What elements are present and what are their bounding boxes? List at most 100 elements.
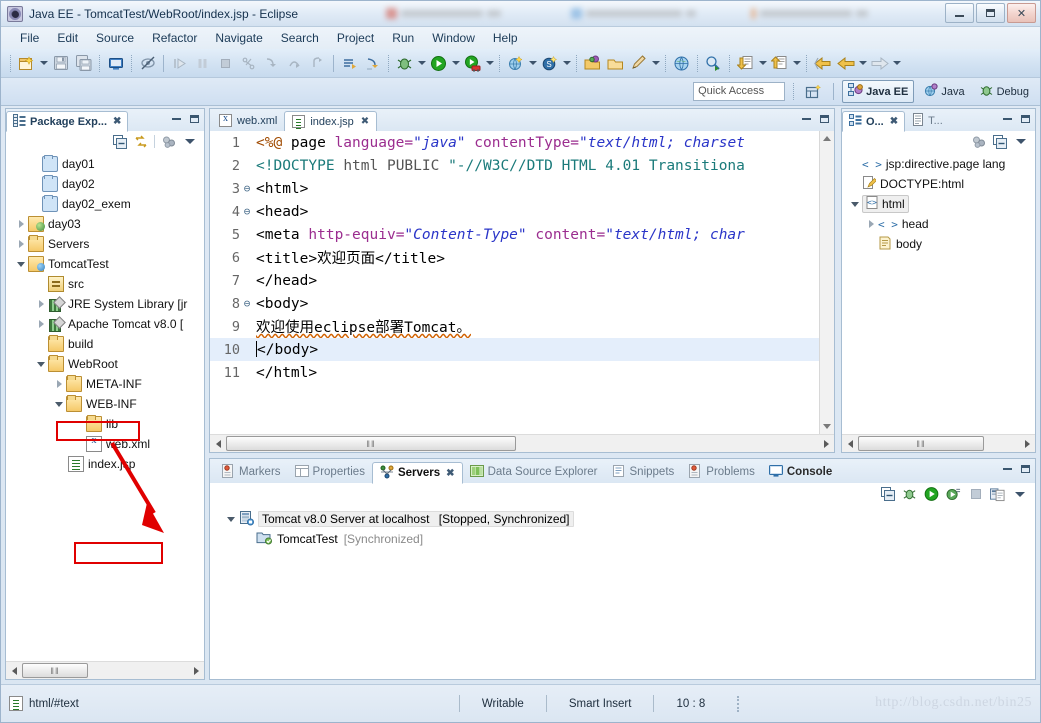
maximize-view-icon[interactable] xyxy=(1019,112,1032,125)
maximize-view-icon[interactable] xyxy=(188,112,201,125)
twisty[interactable] xyxy=(14,262,28,267)
minimize-view-icon[interactable] xyxy=(1001,462,1014,475)
collapse-all-icon[interactable] xyxy=(112,134,127,149)
new-dropdown-arrow[interactable] xyxy=(38,53,49,73)
menu-source[interactable]: Source xyxy=(87,29,143,47)
tree-item-jre-system-library[interactable]: JRE System Library [jr xyxy=(6,294,204,314)
editor-vscrollbar[interactable] xyxy=(819,131,834,434)
open-type-icon[interactable] xyxy=(582,53,603,74)
tree-item-meta-inf[interactable]: META-INF xyxy=(6,374,204,394)
tab-markers[interactable]: Markers xyxy=(214,461,288,483)
menu-search[interactable]: Search xyxy=(272,29,328,47)
hide-skipped-icon[interactable] xyxy=(137,53,158,74)
menu-refactor[interactable]: Refactor xyxy=(143,29,206,47)
publish-icon[interactable] xyxy=(990,487,1005,502)
save-all-icon[interactable] xyxy=(73,53,94,74)
close-icon[interactable]: ✖ xyxy=(890,116,898,127)
outline-item-jsp-directive[interactable]: < > jsp:directive.page lang xyxy=(842,154,1035,174)
link-with-editor-icon[interactable] xyxy=(133,134,148,149)
search-icon[interactable] xyxy=(703,53,724,74)
view-menu-icon[interactable] xyxy=(182,134,197,149)
tree-item-web-xml[interactable]: web.xml xyxy=(6,434,204,454)
prev-dropdown-arrow[interactable] xyxy=(757,53,768,73)
java-dropdown-arrow[interactable] xyxy=(527,53,538,73)
tab-package-explorer[interactable]: Package Exp... ✖ xyxy=(6,111,129,132)
new-javascript-icon[interactable]: S xyxy=(539,53,560,74)
previous-edit-icon[interactable] xyxy=(735,53,756,74)
scroll-up-arrow[interactable] xyxy=(820,131,834,146)
next-dropdown-arrow[interactable] xyxy=(791,53,802,73)
menu-help[interactable]: Help xyxy=(484,29,527,47)
twisty[interactable] xyxy=(14,220,28,228)
twisty[interactable] xyxy=(848,202,862,207)
tree-item-day03[interactable]: day03 xyxy=(6,214,204,234)
minimize-view-icon[interactable] xyxy=(800,112,813,125)
view-menu-icon[interactable] xyxy=(1013,134,1028,149)
package-explorer-hscrollbar[interactable]: ‖‖ xyxy=(6,661,204,679)
close-icon[interactable]: ✖ xyxy=(361,116,369,127)
tab-console[interactable]: Console xyxy=(762,461,839,483)
editor-tab-web-xml[interactable]: web.xml xyxy=(212,110,284,131)
view-menu-filter-icon[interactable] xyxy=(161,134,176,149)
profile-server-icon[interactable] xyxy=(946,487,961,502)
scroll-down-arrow[interactable] xyxy=(820,419,834,434)
twisty[interactable] xyxy=(14,240,28,248)
tab-servers[interactable]: Servers ✖ xyxy=(371,462,463,484)
forward-icon[interactable] xyxy=(869,53,890,74)
twisty[interactable] xyxy=(34,362,48,367)
menu-window[interactable]: Window xyxy=(423,29,484,47)
outline-item-body[interactable]: body xyxy=(842,234,1035,254)
outline-hscrollbar[interactable]: ‖‖ xyxy=(842,434,1035,452)
tree-item-servers[interactable]: Servers xyxy=(6,234,204,254)
outline-item-doctype[interactable]: DOCTYPE:html xyxy=(842,174,1035,194)
status-resize-grip[interactable] xyxy=(737,695,740,712)
edit-dropdown-arrow[interactable] xyxy=(650,53,661,73)
fold-marker[interactable]: ⊖ xyxy=(240,205,254,218)
tree-item-day02-exem[interactable]: day02_exem xyxy=(6,194,204,214)
code-editor[interactable]: 1 <%@ page language="java" contentType="… xyxy=(210,131,834,452)
run-server-icon[interactable] xyxy=(462,53,483,74)
tree-item-tomcattest[interactable]: TomcatTest xyxy=(6,254,204,274)
tab-properties[interactable]: Properties xyxy=(288,461,372,483)
next-edit-icon[interactable] xyxy=(769,53,790,74)
server-row[interactable]: Tomcat v8.0 Server at localhost [Stopped… xyxy=(210,509,1035,529)
minimize-button[interactable] xyxy=(945,3,974,23)
scroll-right-arrow[interactable] xyxy=(1019,436,1035,452)
edit-icon[interactable] xyxy=(628,53,649,74)
tree-item-lib[interactable]: lib xyxy=(6,414,204,434)
tree-item-day01[interactable]: day01 xyxy=(6,154,204,174)
collapse-all-icon[interactable] xyxy=(880,487,895,502)
outline-item-head[interactable]: < > head xyxy=(842,214,1035,234)
tree-item-src[interactable]: src xyxy=(6,274,204,294)
perspective-debug[interactable]: Debug xyxy=(974,81,1034,102)
tab-snippets[interactable]: Snippets xyxy=(605,461,682,483)
scroll-right-arrow[interactable] xyxy=(818,436,834,452)
scroll-thumb[interactable]: ‖‖ xyxy=(226,436,516,451)
view-menu-filter-icon[interactable] xyxy=(971,134,986,149)
open-task-icon[interactable] xyxy=(605,53,626,74)
fold-marker[interactable]: ⊖ xyxy=(240,297,254,310)
tab-problems[interactable]: Problems xyxy=(681,461,762,483)
tree-item-apache-tomcat[interactable]: Apache Tomcat v8.0 [ xyxy=(6,314,204,334)
menu-file[interactable]: File xyxy=(11,29,48,47)
quick-access-input[interactable]: Quick Access xyxy=(693,82,786,101)
collapse-all-icon[interactable] xyxy=(992,134,1007,149)
twisty[interactable] xyxy=(52,380,66,388)
menu-edit[interactable]: Edit xyxy=(48,29,87,47)
tree-item-day02[interactable]: day02 xyxy=(6,174,204,194)
menu-project[interactable]: Project xyxy=(328,29,383,47)
debug-dropdown-arrow[interactable] xyxy=(416,53,427,73)
twisty[interactable] xyxy=(864,220,878,228)
close-icon[interactable]: ✖ xyxy=(113,116,121,127)
tree-item-index-jsp[interactable]: index.jsp xyxy=(6,454,204,474)
server-module-row[interactable]: TomcatTest [Synchronized] xyxy=(210,529,1035,549)
debug-server-icon[interactable] xyxy=(902,487,917,502)
perspective-java[interactable]: Java xyxy=(918,81,969,102)
server-dropdown-arrow[interactable] xyxy=(484,53,495,73)
run-dropdown-arrow[interactable] xyxy=(450,53,461,73)
minimize-view-icon[interactable] xyxy=(170,112,183,125)
scroll-right-arrow[interactable] xyxy=(188,663,204,679)
scroll-left-arrow[interactable] xyxy=(842,436,858,452)
tab-outline[interactable]: O... ✖ xyxy=(842,111,906,132)
editor-hscrollbar[interactable]: ‖‖ xyxy=(210,434,834,452)
